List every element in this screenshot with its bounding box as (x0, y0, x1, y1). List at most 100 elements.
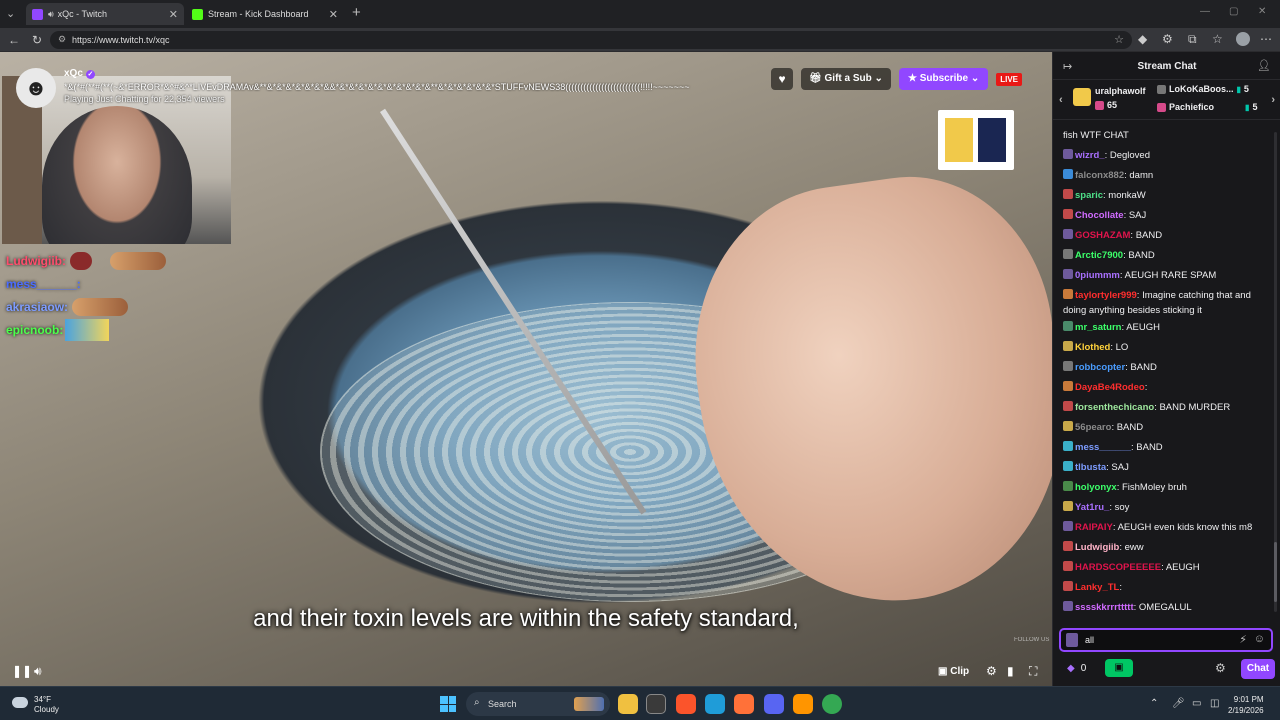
chat-settings-gear-icon[interactable]: ⚙︎ (1215, 661, 1226, 675)
network-icon[interactable]: ◫ (1210, 698, 1219, 709)
chat-username[interactable]: wizrd_ (1075, 150, 1105, 161)
maximize-window-icon[interactable]: ▢ (1229, 6, 1238, 17)
favorites-icon[interactable]: ☆ (1212, 32, 1223, 46)
tab-search-icon[interactable]: ⌄ (6, 7, 20, 21)
bookmark-star-icon[interactable]: ☆ (1114, 33, 1124, 46)
chrome-icon[interactable] (822, 694, 842, 714)
chat-username[interactable]: mr_saturn (1075, 322, 1121, 333)
claim-bonus-button[interactable]: ▣ (1105, 659, 1133, 677)
chat-username[interactable]: 56pearo (1075, 422, 1111, 433)
subscribe-button[interactable]: ★ Subscribe ⌄ (898, 68, 989, 90)
chat-message: RAIPAIY: AEUGH even kids know this m8 (1063, 518, 1269, 538)
chat-username[interactable]: Chocollate (1075, 210, 1124, 221)
chat-username[interactable]: robbcopter (1075, 362, 1125, 373)
chat-username[interactable]: tlbusta (1075, 462, 1106, 473)
chat-badge-icon (1063, 481, 1073, 491)
chat-username[interactable]: RAIPAIY (1075, 522, 1113, 533)
chat-username[interactable]: sparic (1075, 190, 1103, 201)
chat-username[interactable]: GOSHAZAM (1075, 230, 1130, 241)
new-tab-button[interactable]: + (352, 4, 361, 21)
clip-button[interactable]: ▣ Clip (932, 662, 975, 682)
send-chat-button[interactable]: Chat (1241, 659, 1275, 679)
chat-username[interactable]: Yat1ru_ (1075, 502, 1109, 513)
gift-count-icon: ▮ (1245, 102, 1250, 112)
chat-username[interactable]: sssskkrrrttttt (1075, 602, 1134, 613)
tab-kick-dashboard[interactable]: Stream - Kick Dashboard ✕ (186, 3, 344, 25)
chat-message: forsenthechicano: BAND MURDER (1063, 398, 1269, 418)
chat-username[interactable]: HARDSCOPEEEEE (1075, 562, 1161, 573)
taskbar-search-label: Search (488, 699, 517, 709)
gifter-entry[interactable]: LoKoKaBoos... ▮ 5 (1157, 84, 1249, 94)
chat-scrollbar-thumb[interactable] (1274, 542, 1277, 602)
site-info-icon[interactable]: ⚙︎ (58, 34, 66, 45)
volume-icon[interactable]: 🔊︎ (34, 664, 42, 679)
tray-app-icon[interactable]: ▭ (1192, 698, 1201, 709)
video-player[interactable]: ☻ xQc ✓ *&(*#(**#(**(~&*ERROR*&^#&^*LIVEv… (0, 52, 1052, 686)
chat-scrollbar[interactable] (1274, 132, 1277, 612)
emoji-picker-icon[interactable]: ☺ (1254, 633, 1265, 645)
slash-commands-icon[interactable]: ⚡︎ (1239, 633, 1247, 646)
start-windows-icon[interactable] (440, 696, 456, 712)
firefox-alt-icon[interactable] (793, 694, 813, 714)
fullscreen-icon[interactable]: ⛶ (1029, 664, 1037, 679)
chat-username[interactable]: mess______ (1075, 442, 1131, 453)
close-tab-icon[interactable]: ✕ (329, 8, 338, 21)
chat-username[interactable]: holyonyx (1075, 482, 1117, 493)
more-menu-icon[interactable]: ⋯ (1260, 32, 1272, 46)
chat-username[interactable]: taylortyler999 (1075, 290, 1137, 301)
chat-username[interactable]: Ludwigiib (1075, 542, 1119, 553)
emote-menu-icon[interactable] (1066, 633, 1078, 647)
close-window-icon[interactable]: ✕ (1258, 6, 1266, 17)
minimize-window-icon[interactable]: — (1200, 6, 1210, 17)
chat-username[interactable]: Klothed (1075, 342, 1110, 353)
chat-badge-icon (1063, 229, 1073, 239)
chat-username[interactable]: 0piummm (1075, 270, 1120, 281)
chat-badge-icon (1063, 289, 1073, 299)
reload-icon[interactable]: ↻ (32, 33, 42, 47)
chat-input[interactable]: all ⚡︎ ☺ (1059, 628, 1273, 652)
chevron-right-icon[interactable]: › (1271, 94, 1275, 106)
chevron-left-icon[interactable]: ‹ (1059, 94, 1063, 106)
microphone-icon[interactable]: 🎤︎ (1172, 698, 1185, 709)
gifter-entry[interactable]: Pachiefico ▮ 5 (1157, 102, 1257, 112)
channel-points[interactable]: ◆ 0 (1067, 663, 1086, 674)
app-icon[interactable] (646, 694, 666, 714)
address-bar[interactable]: ⚙︎ https://www.twitch.tv/xqc ☆ (50, 31, 1132, 49)
channel-name[interactable]: xQc ✓ (64, 68, 95, 79)
split-screen-icon[interactable]: ⧉ (1188, 32, 1197, 47)
chat-username[interactable]: Arctic7900 (1075, 250, 1123, 261)
extensions-puzzle-icon[interactable]: ⚙︎ (1162, 32, 1173, 46)
weather-widget[interactable]: 34°F Cloudy (12, 695, 59, 715)
follow-heart-button[interactable]: ♥ (771, 68, 794, 90)
chat-username[interactable]: DayaBe4Rodeo (1075, 382, 1145, 393)
tab-twitch[interactable]: 🔊︎ xQc - Twitch ✕ (26, 3, 184, 25)
brave-browser-icon[interactable] (676, 694, 696, 714)
discord-icon[interactable] (764, 694, 784, 714)
theatre-mode-icon[interactable]: ▮ (1007, 664, 1014, 678)
firefox-icon[interactable] (734, 694, 754, 714)
extension-diamond-icon[interactable]: ◆ (1138, 32, 1147, 46)
taskbar-search[interactable]: ⌕ Search (466, 692, 610, 716)
chat-username[interactable]: forsenthechicano (1075, 402, 1154, 413)
chat-badge-icon (1063, 381, 1073, 391)
audio-playing-icon[interactable]: 🔊︎ (48, 9, 54, 20)
tray-overflow-icon[interactable]: ⌃ (1150, 698, 1158, 709)
file-explorer-icon[interactable] (618, 694, 638, 714)
chat-message-text: : Degloved (1104, 150, 1150, 161)
edge-browser-icon[interactable] (705, 694, 725, 714)
pause-icon[interactable]: ❚❚ (12, 664, 32, 678)
gifter-entry[interactable]: uralphawolf (1095, 86, 1146, 96)
channel-avatar[interactable]: ☻ (16, 68, 56, 108)
chat-username[interactable]: Lanky_TL (1075, 582, 1119, 593)
close-tab-icon[interactable]: ✕ (169, 8, 178, 21)
community-users-icon[interactable]: 👤︎ (1257, 59, 1271, 72)
profile-avatar[interactable] (1236, 32, 1250, 46)
taskbar-clock[interactable]: 9:01 PM 2/19/2026 (1228, 694, 1264, 716)
back-arrow-icon[interactable]: ← (8, 33, 20, 47)
gift-sub-button[interactable]: 🎁︎ Gift a Sub ⌄ (801, 68, 891, 90)
chat-footer: ◆ 0 ▣ ⚙︎ Chat (1053, 657, 1280, 683)
settings-gear-icon[interactable]: ⚙︎ (986, 664, 997, 678)
chat-username[interactable]: falconx882 (1075, 170, 1124, 181)
chat-message: mr_saturn: AEUGH (1063, 318, 1269, 338)
chat-message: fish WTF CHAT (1063, 126, 1269, 146)
